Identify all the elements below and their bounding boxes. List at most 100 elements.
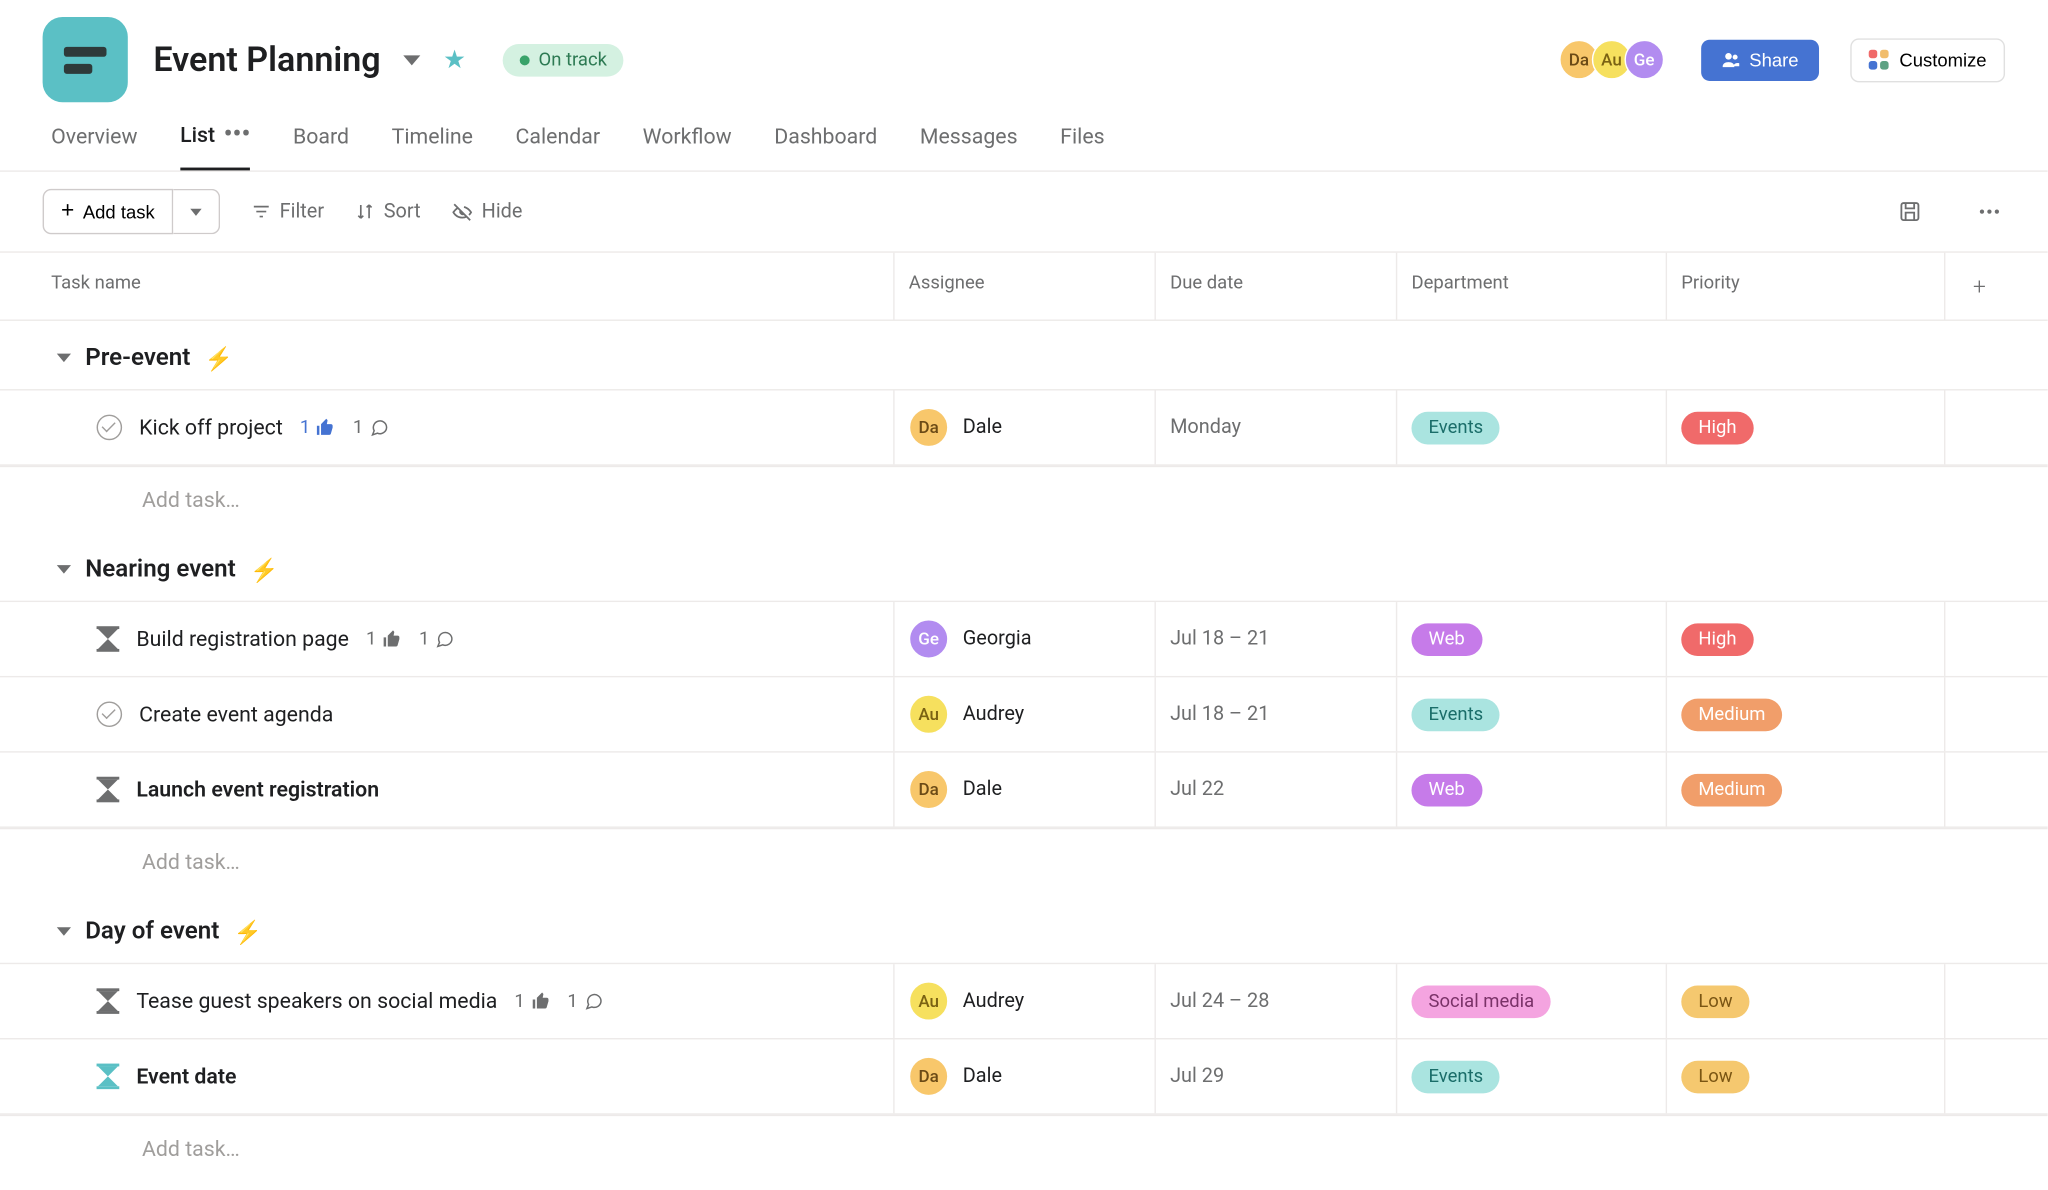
section-header[interactable]: Nearing event⚡ — [0, 533, 2048, 601]
lightning-icon[interactable]: ⚡ — [250, 556, 278, 583]
tab-more-icon[interactable]: ••• — [224, 128, 251, 142]
add-column-button[interactable]: + — [1945, 253, 2013, 320]
section-header[interactable]: Day of event⚡ — [0, 895, 2048, 963]
assignee-cell[interactable]: DaDale — [895, 753, 1156, 827]
priority-tag: Medium — [1681, 773, 1782, 806]
tab-timeline[interactable]: Timeline — [392, 122, 473, 170]
chevron-down-icon[interactable] — [403, 55, 420, 65]
tab-list[interactable]: List••• — [180, 122, 250, 170]
project-icon[interactable] — [43, 17, 128, 102]
column-priority[interactable]: Priority — [1667, 253, 1945, 320]
customize-label: Customize — [1899, 49, 1986, 70]
tab-messages[interactable]: Messages — [920, 122, 1018, 170]
complete-check-icon[interactable] — [97, 701, 123, 727]
avatar: Au — [909, 981, 949, 1021]
lightning-icon[interactable]: ⚡ — [234, 918, 262, 945]
tab-calendar[interactable]: Calendar — [516, 122, 601, 170]
department-cell[interactable]: Events — [1397, 391, 1667, 465]
assignee-cell[interactable]: DaDale — [895, 391, 1156, 465]
priority-cell[interactable]: Medium — [1667, 677, 1945, 751]
column-assignee[interactable]: Assignee — [895, 253, 1156, 320]
caret-down-icon[interactable] — [57, 565, 71, 574]
save-layout-icon[interactable] — [1897, 199, 1923, 225]
like-count[interactable]: 1 — [514, 990, 550, 1011]
due-date-cell[interactable]: Jul 22 — [1156, 753, 1397, 827]
avatar[interactable]: Ge — [1624, 40, 1664, 80]
tab-board[interactable]: Board — [293, 122, 349, 170]
priority-cell[interactable]: High — [1667, 602, 1945, 676]
department-cell[interactable]: Web — [1397, 753, 1667, 827]
due-date-cell[interactable]: Jul 24 – 28 — [1156, 964, 1397, 1038]
star-icon[interactable]: ★ — [443, 45, 466, 75]
task-name[interactable]: Kick off project — [139, 415, 283, 441]
column-department[interactable]: Department — [1397, 253, 1667, 320]
member-avatars[interactable]: DaAuGe — [1566, 40, 1664, 80]
filter-button[interactable]: Filter — [251, 200, 324, 223]
priority-cell[interactable]: Low — [1667, 1039, 1945, 1113]
share-button[interactable]: Share — [1701, 39, 1818, 80]
tab-overview[interactable]: Overview — [51, 122, 137, 170]
list-toolbar: + Add task Filter Sort Hide — [0, 172, 2048, 252]
customize-button[interactable]: Customize — [1850, 38, 2005, 82]
due-date-cell[interactable]: Jul 29 — [1156, 1039, 1397, 1113]
section-header[interactable]: Pre-event⚡ — [0, 321, 2048, 389]
hide-button[interactable]: Hide — [452, 200, 523, 223]
task-row[interactable]: Create event agenda AuAudreyJul 18 – 21Ev… — [0, 676, 2048, 751]
department-cell[interactable]: Events — [1397, 677, 1667, 751]
add-task-inline[interactable]: Add task… — [0, 828, 2048, 895]
milestone-icon[interactable] — [97, 1064, 120, 1090]
task-row[interactable]: Tease guest speakers on social media1 1 … — [0, 963, 2048, 1038]
assignee-cell[interactable]: GeGeorgia — [895, 602, 1156, 676]
tab-files[interactable]: Files — [1060, 122, 1104, 170]
due-date-cell[interactable]: Jul 18 – 21 — [1156, 677, 1397, 751]
priority-tag: Low — [1681, 1060, 1749, 1093]
department-cell[interactable]: Events — [1397, 1039, 1667, 1113]
column-task-name[interactable]: Task name — [0, 253, 895, 320]
priority-tag: High — [1681, 411, 1753, 444]
task-row[interactable]: Kick off project 1 1 DaDaleMondayEvents Hi… — [0, 389, 2048, 466]
assignee-cell[interactable]: AuAudrey — [895, 964, 1156, 1038]
priority-cell[interactable]: High — [1667, 391, 1945, 465]
add-task-inline[interactable]: Add task… — [0, 1115, 2048, 1182]
task-row[interactable]: Launch event registration DaDaleJul 22 Web… — [0, 751, 2048, 828]
project-title[interactable]: Event Planning — [153, 40, 380, 80]
add-task-inline[interactable]: Add task… — [0, 466, 2048, 533]
caret-down-icon[interactable] — [57, 354, 71, 363]
task-name[interactable]: Create event agenda — [139, 701, 333, 727]
department-cell[interactable]: Web — [1397, 602, 1667, 676]
complete-check-icon[interactable] — [97, 415, 123, 441]
status-badge[interactable]: On track — [503, 43, 624, 76]
priority-cell[interactable]: Low — [1667, 964, 1945, 1038]
task-name[interactable]: Build registration page — [136, 626, 349, 652]
add-task-dropdown[interactable] — [173, 189, 220, 234]
like-count[interactable]: 1 — [300, 417, 336, 438]
priority-cell[interactable]: Medium — [1667, 753, 1945, 827]
add-task-button[interactable]: + Add task — [43, 189, 174, 234]
milestone-icon[interactable] — [97, 777, 120, 803]
department-tag: Web — [1411, 773, 1481, 806]
tab-dashboard[interactable]: Dashboard — [774, 122, 877, 170]
task-name[interactable]: Launch event registration — [136, 777, 379, 803]
due-date-cell[interactable]: Monday — [1156, 391, 1397, 465]
assignee-cell[interactable]: AuAudrey — [895, 677, 1156, 751]
tab-workflow[interactable]: Workflow — [643, 122, 732, 170]
task-row[interactable]: Build registration page 1 1 GeGeorgiaJul … — [0, 601, 2048, 676]
comment-count[interactable]: 1 — [353, 417, 389, 438]
department-cell[interactable]: Social media — [1397, 964, 1667, 1038]
milestone-icon[interactable] — [97, 626, 120, 652]
due-date-cell[interactable]: Jul 18 – 21 — [1156, 602, 1397, 676]
sort-button[interactable]: Sort — [355, 200, 420, 223]
column-due-date[interactable]: Due date — [1156, 253, 1397, 320]
task-name[interactable]: Tease guest speakers on social media — [136, 988, 497, 1014]
lightning-icon[interactable]: ⚡ — [205, 344, 233, 371]
milestone-icon[interactable] — [97, 988, 120, 1014]
more-icon[interactable] — [1974, 199, 2005, 225]
caret-down-icon[interactable] — [57, 927, 71, 936]
task-row[interactable]: Event date DaDaleJul 29Events Low — [0, 1038, 2048, 1115]
like-count[interactable]: 1 — [366, 628, 402, 649]
assignee-cell[interactable]: DaDale — [895, 1039, 1156, 1113]
comment-count[interactable]: 1 — [567, 990, 603, 1011]
comment-count[interactable]: 1 — [419, 628, 455, 649]
row-end — [1945, 1039, 2013, 1113]
task-name[interactable]: Event date — [136, 1064, 236, 1090]
